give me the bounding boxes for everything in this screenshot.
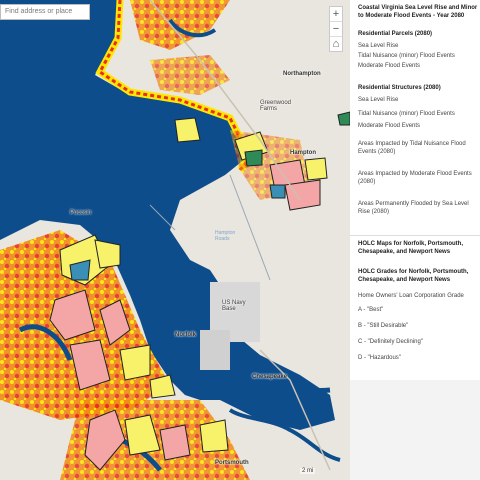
legend-divider: [350, 235, 480, 236]
holc-grade-a: A - "Best": [358, 307, 384, 313]
legend-section-structures: Residential Structures (2080): [358, 85, 441, 91]
place-label-greenwood: Greenwood Farms: [260, 100, 292, 112]
legend-item: Moderate Flood Events: [358, 63, 421, 69]
holc-field-name: Home Owners' Loan Corporation Grade: [358, 293, 464, 299]
legend-section-parcels: Residential Parcels (2080): [358, 31, 433, 37]
holc-grade-d: D - "Hazardous": [358, 355, 401, 361]
scale-bar: 2 mi: [300, 468, 316, 474]
place-label-northampton: Northampton: [283, 71, 321, 77]
place-label-hampton: Hampton: [290, 150, 316, 156]
place-label-navy-base: US Navy Base: [222, 300, 246, 312]
legend-item: Tidal Nuisance (minor) Flood Events: [358, 53, 455, 59]
legend-section-moderate: Areas Impacted by Moderate Flood Events …: [358, 171, 472, 185]
zoom-in-button[interactable]: +: [330, 7, 342, 22]
legend-panel[interactable]: Coastal Virginia Sea Level Rise and Mino…: [350, 0, 480, 480]
holc-grade-c: C - "Definitely Declining": [358, 339, 423, 345]
holc-zone-a[interactable]: [244, 149, 263, 167]
holc-zone-c[interactable]: [94, 239, 121, 269]
place-label-pocosin: Pocosin: [70, 210, 92, 216]
place-label-portsmouth: Portsmouth: [215, 460, 249, 466]
holc-zone-c[interactable]: [199, 419, 229, 453]
zoom-out-button[interactable]: −: [330, 22, 342, 37]
legend-item: Sea Level Rise: [358, 97, 399, 103]
holc-layer-title: HOLC Maps for Norfolk, Portsmouth, Chesa…: [358, 241, 463, 255]
place-label-norfolk: Norfolk: [175, 332, 196, 338]
holc-zone-c[interactable]: [174, 117, 201, 143]
holc-layer-subtitle: HOLC Grades for Norfolk, Portsmouth, Che…: [358, 269, 469, 283]
zoom-controls: + − ⌂: [329, 6, 343, 52]
legend-section-tidal: Areas Impacted by Tidal Nuisance Flood E…: [358, 141, 466, 155]
place-label-chesapeake: Chesapeake: [252, 374, 288, 380]
craney-island: [200, 330, 230, 370]
search-input[interactable]: Find address or place: [0, 4, 90, 20]
legend-item: Moderate Flood Events: [358, 123, 421, 129]
holc-zone-d[interactable]: [159, 424, 191, 461]
holc-zone-c[interactable]: [304, 157, 328, 181]
legend-item: Sea Level Rise: [358, 43, 399, 49]
place-label-hampton-roads: Hampton Roads: [215, 230, 236, 242]
holc-zone-c[interactable]: [119, 344, 151, 381]
legend-section-slr: Areas Permanently Flooded by Sea Level R…: [358, 201, 469, 215]
legend-panel-footer: [350, 380, 480, 480]
map-view[interactable]: Find address or place + − ⌂ Northampton …: [0, 0, 350, 480]
legend-title: Coastal Virginia Sea Level Rise and Mino…: [358, 5, 478, 19]
legend-item: Tidal Nuisance (minor) Flood Events: [358, 111, 455, 117]
home-icon[interactable]: ⌂: [330, 37, 342, 51]
holc-grade-b: B - "Still Desirable": [358, 323, 409, 329]
holc-zone-b[interactable]: [269, 184, 286, 199]
